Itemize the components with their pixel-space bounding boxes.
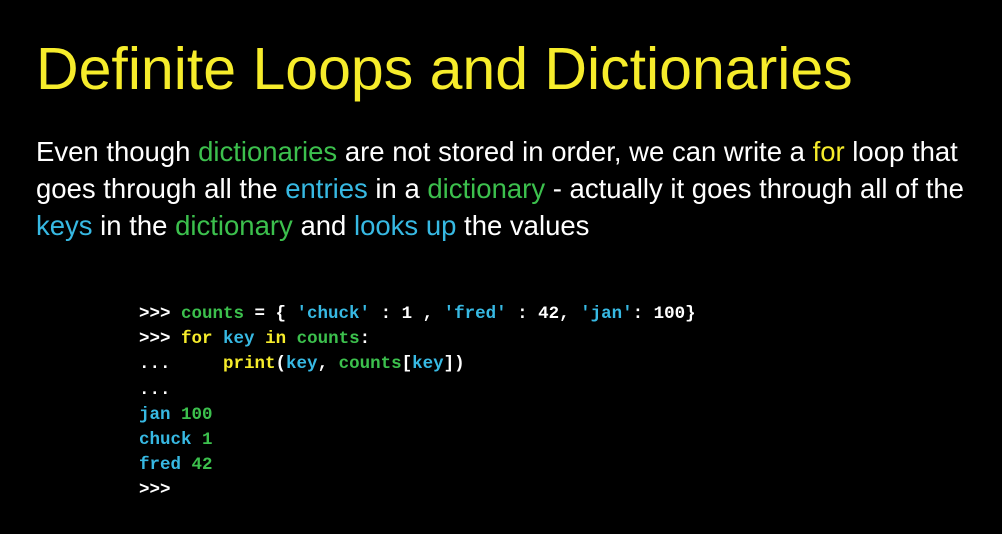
code-token: = { xyxy=(244,304,297,324)
code-token: chuck xyxy=(139,429,192,450)
slide-title: Definite Loops and Dictionaries xyxy=(36,36,853,102)
code-line: >>> for key in counts: xyxy=(139,327,696,352)
code-token: counts xyxy=(338,354,402,375)
code-line: fred 42 xyxy=(139,453,696,478)
code-token: 'fred' xyxy=(443,304,507,324)
paragraph-run: dictionary xyxy=(427,173,546,204)
code-token: : 100} xyxy=(632,304,696,324)
code-token: 'chuck' xyxy=(296,304,371,324)
code-token: ( xyxy=(275,354,287,375)
paragraph-run: are not stored in order, we can write a xyxy=(337,136,813,167)
code-token: ... xyxy=(139,379,171,400)
code-token: ]) xyxy=(443,354,465,375)
code-token: key xyxy=(412,354,444,375)
code-line: >>> xyxy=(139,478,696,503)
code-token: : 42, xyxy=(506,304,581,324)
paragraph-run: dictionaries xyxy=(198,136,338,167)
slide: Definite Loops and Dictionaries Even tho… xyxy=(0,0,1002,534)
code-token: counts xyxy=(181,304,245,324)
code-line: ... xyxy=(139,378,696,403)
code-token: 1 xyxy=(191,429,213,450)
code-token: print xyxy=(223,354,276,375)
code-token: >>> xyxy=(139,329,182,350)
code-token: in xyxy=(265,329,287,350)
code-line: ... print(key, counts[key]) xyxy=(139,352,696,377)
code-token: : xyxy=(359,329,371,350)
code-token: 'jan' xyxy=(580,304,633,324)
code-token: counts xyxy=(296,329,360,350)
code-line: jan 100 xyxy=(139,403,696,428)
code-token: fred xyxy=(139,455,182,476)
code-token: key xyxy=(286,354,318,375)
code-token: [ xyxy=(401,354,413,375)
code-token: key xyxy=(223,329,255,350)
code-token: 42 xyxy=(181,455,213,476)
paragraph-run: - actually it goes through all of the xyxy=(545,173,964,204)
paragraph-run: dictionary xyxy=(175,210,293,241)
slide-paragraph: Even though dictionaries are not stored … xyxy=(36,133,976,244)
paragraph-run: the values xyxy=(456,210,590,241)
code-token: : 1 , xyxy=(370,304,444,324)
paragraph-run: entries xyxy=(285,173,368,204)
code-line: chuck 1 xyxy=(139,428,696,453)
code-token: >>> xyxy=(139,304,182,324)
code-token: >>> xyxy=(139,480,171,501)
code-token: , xyxy=(317,354,339,375)
paragraph-run: looks up xyxy=(353,210,457,241)
code-token: 100 xyxy=(170,404,213,425)
code-token: ... xyxy=(139,354,224,375)
paragraph-run: for xyxy=(812,136,845,167)
paragraph-run: keys xyxy=(36,210,93,241)
paragraph-run: and xyxy=(292,210,354,241)
paragraph-run: Even though xyxy=(36,136,199,167)
code-line: >>> counts = { 'chuck' : 1 , 'fred' : 42… xyxy=(139,302,696,327)
paragraph-run: in a xyxy=(367,173,428,204)
code-block: >>> counts = { 'chuck' : 1 , 'fred' : 42… xyxy=(139,302,696,504)
paragraph-run: in the xyxy=(92,210,176,241)
code-token: for xyxy=(181,329,213,350)
code-token: jan xyxy=(139,404,171,425)
